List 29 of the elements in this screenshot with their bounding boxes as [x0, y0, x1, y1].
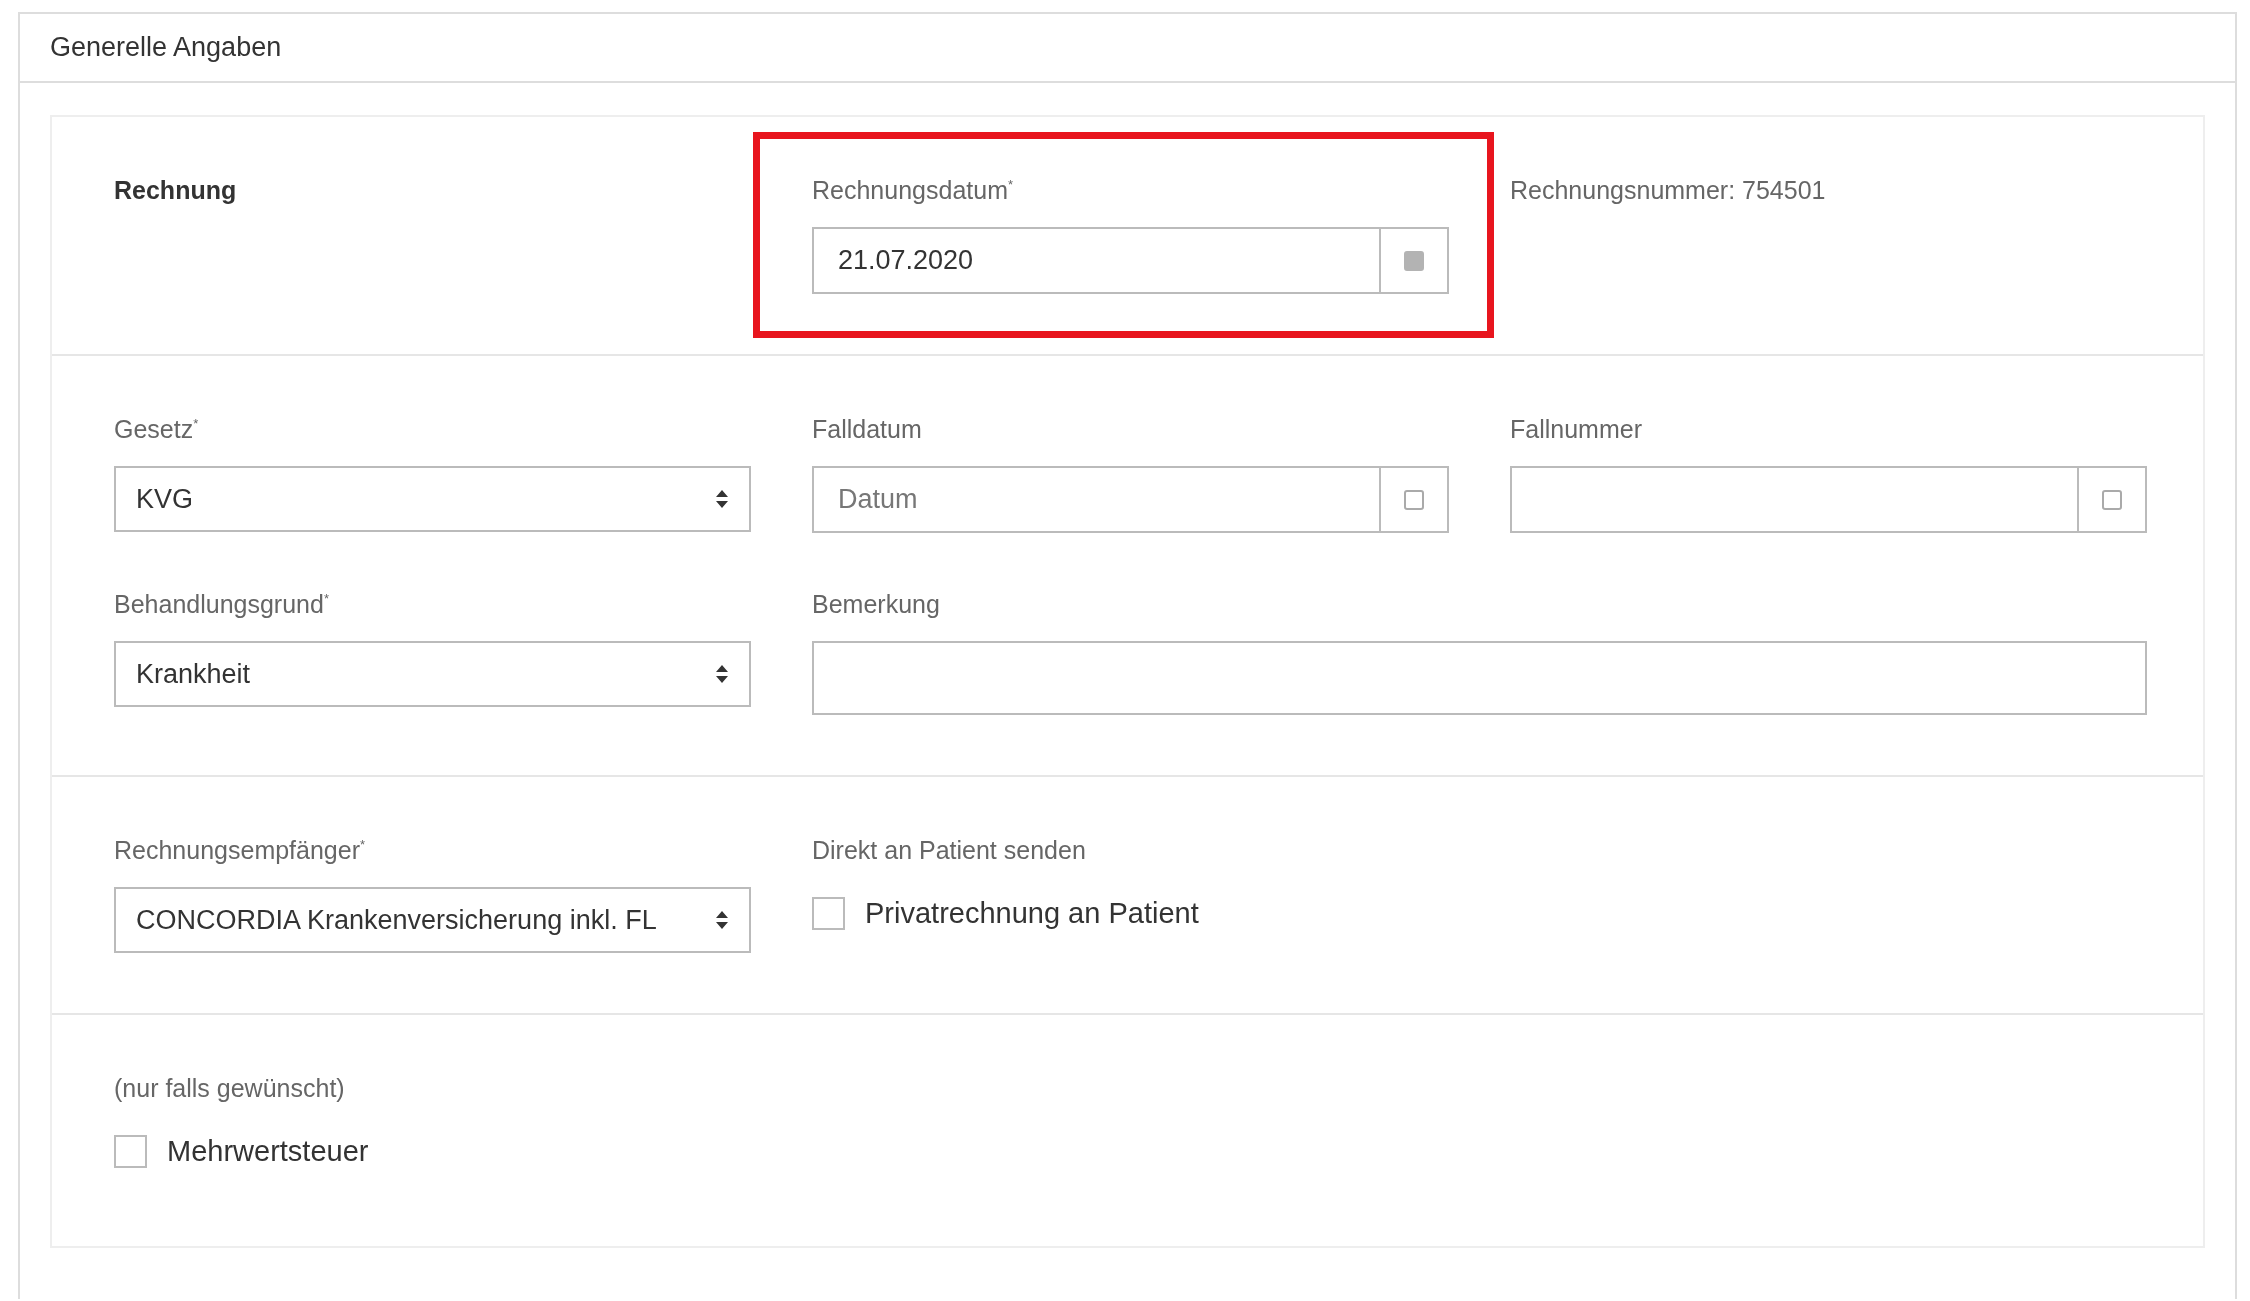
checkbox-label[interactable]: Mehrwertsteuer — [167, 1135, 369, 1168]
field-label: Rechnungsempfänger$^{*}$ — [114, 835, 366, 865]
field-label: Direkt an Patient senden — [812, 835, 1086, 865]
select-field[interactable]: KVG — [114, 466, 751, 532]
checkbox[interactable] — [812, 897, 845, 930]
sort-arrows-icon — [715, 910, 729, 930]
select-field[interactable]: Krankheit — [114, 641, 751, 707]
invoice-number: Rechnungsnummer: 754501 — [1510, 175, 1826, 205]
select-field[interactable]: CONCORDIA Krankenversicherung inkl. FL — [114, 887, 751, 953]
input-field[interactable]: Datum — [812, 466, 1381, 533]
field-label: (nur falls gewünscht) — [114, 1073, 345, 1103]
addon-button[interactable] — [1381, 466, 1449, 533]
panel-title: Generelle Angaben — [50, 32, 282, 62]
input-field[interactable] — [1510, 466, 2079, 533]
field-label: Behandlungsgrund$^{*}$ — [114, 589, 329, 619]
sort-arrows-icon — [715, 664, 729, 684]
input-field[interactable]: 21.07.2020 — [812, 227, 1381, 294]
addon-button[interactable] — [2079, 466, 2147, 533]
section-heading: Rechnung — [114, 175, 237, 205]
sort-arrows-icon — [715, 489, 729, 509]
field-label: Bemerkung — [812, 589, 941, 619]
field-label: Falldatum — [812, 414, 922, 444]
field-label: Fallnummer — [1510, 414, 1642, 444]
field-label: Gesetz$^{*}$ — [114, 414, 199, 444]
input-field[interactable] — [812, 641, 2147, 715]
addon-button[interactable] — [1381, 227, 1449, 294]
checkbox-label[interactable]: Privatrechnung an Patient — [865, 897, 1199, 930]
checkbox[interactable] — [114, 1135, 147, 1168]
field-label: Rechnungsdatum$^{*}$ — [812, 175, 1014, 205]
